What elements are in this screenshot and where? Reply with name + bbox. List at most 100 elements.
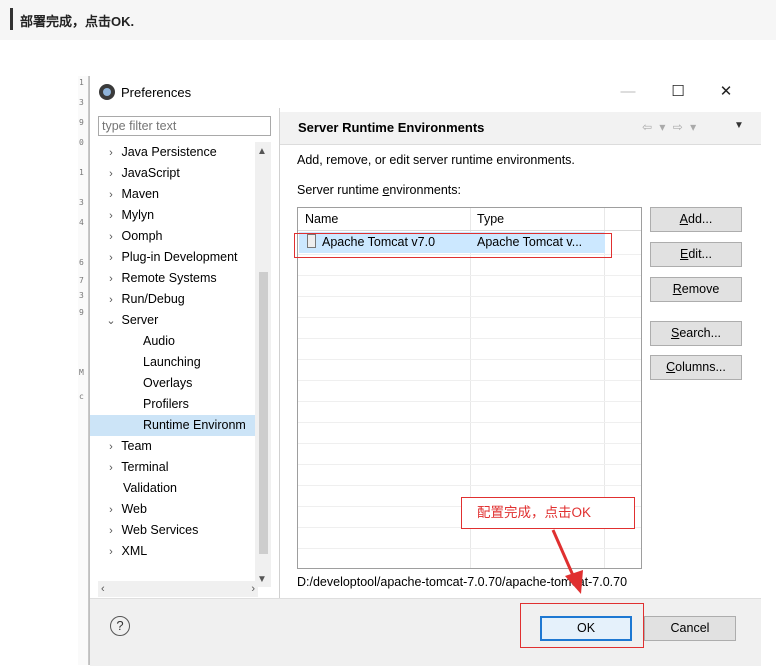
tree-item[interactable]: › Java Persistence xyxy=(90,142,217,163)
tree-item[interactable]: Runtime Environm xyxy=(90,415,271,436)
edit-label: dit... xyxy=(688,247,712,261)
row-divider xyxy=(298,401,641,402)
tree-item[interactable]: Overlays xyxy=(90,373,192,394)
row-highlight-box xyxy=(294,233,612,258)
tree-item-label: Server xyxy=(121,313,159,327)
row-divider xyxy=(298,422,641,423)
gutter-char: 0 xyxy=(79,138,84,147)
expand-chevron-icon[interactable]: › xyxy=(104,227,118,248)
tree-item-label: Web Services xyxy=(121,523,199,537)
header-divider xyxy=(298,230,641,231)
scroll-left-icon[interactable]: ‹ xyxy=(101,583,105,595)
eclipse-icon xyxy=(99,84,115,100)
remove-button[interactable]: Remove xyxy=(650,277,742,302)
tree-item-label: Launching xyxy=(143,355,201,369)
scroll-up-icon[interactable]: ▲ xyxy=(257,146,267,157)
tree-item[interactable]: › Mylyn xyxy=(90,205,154,226)
panel-divider[interactable] xyxy=(279,108,280,598)
tree-item-label: JavaScript xyxy=(121,166,180,180)
row-divider xyxy=(298,275,641,276)
filter-input[interactable] xyxy=(98,116,271,136)
row-divider xyxy=(298,380,641,381)
expand-chevron-icon[interactable]: › xyxy=(104,269,118,290)
scrollbar-thumb[interactable] xyxy=(259,272,268,554)
scroll-right-icon[interactable]: › xyxy=(251,583,255,595)
tree-item-label: Profilers xyxy=(143,397,189,411)
tree-item-label: Terminal xyxy=(121,460,169,474)
tree-item[interactable]: › XML xyxy=(90,541,147,562)
cancel-button[interactable]: Cancel xyxy=(644,616,736,641)
tree-item-label: Java Persistence xyxy=(121,145,217,159)
tree-item[interactable]: › Team xyxy=(90,436,152,457)
tree-item-label: Team xyxy=(121,439,152,453)
columns-button[interactable]: Columns... xyxy=(650,355,742,380)
tree-item[interactable]: › Run/Debug xyxy=(90,289,185,310)
column-header-type[interactable]: Type xyxy=(470,208,504,230)
search-label: earch... xyxy=(679,326,722,340)
editor-gutter: 1 3 9 0 1 3 4 6 7 3 9 M c xyxy=(78,76,89,665)
add-button[interactable]: Add... xyxy=(650,207,742,232)
page-title: Server Runtime Environments xyxy=(298,120,485,135)
expand-chevron-icon[interactable]: › xyxy=(104,143,118,164)
tree-item[interactable]: Validation xyxy=(90,478,177,499)
gutter-char: 6 xyxy=(79,258,84,267)
tree-item-label: Maven xyxy=(121,187,160,201)
tree-item[interactable]: › Web Services xyxy=(90,520,198,541)
annotation-callout: 配置完成，点击OK xyxy=(461,497,635,529)
edit-button[interactable]: Edit... xyxy=(650,242,742,267)
search-button[interactable]: Search... xyxy=(650,321,742,346)
column-header-name[interactable]: Name xyxy=(298,208,338,230)
scroll-down-icon[interactable]: ▼ xyxy=(257,574,267,585)
tree-item[interactable]: Audio xyxy=(90,331,175,352)
tree-item[interactable]: ⌄ Server xyxy=(90,310,158,331)
expand-chevron-icon[interactable]: › xyxy=(104,458,118,479)
tree-item[interactable]: › Plug-in Development xyxy=(90,247,237,269)
tree-item[interactable]: › Oomph xyxy=(90,226,162,247)
tree-item-label: Audio xyxy=(143,334,175,348)
tree-horizontal-scrollbar[interactable]: ‹ › xyxy=(98,581,258,597)
tree-item[interactable]: Profilers xyxy=(90,394,189,415)
minimize-button[interactable]: — xyxy=(605,76,651,108)
collapse-chevron-icon[interactable]: ⌄ xyxy=(104,311,118,332)
gutter-char: 9 xyxy=(79,308,84,317)
expand-chevron-icon[interactable]: › xyxy=(104,248,118,269)
tree-item-label: Web xyxy=(121,502,147,516)
maximize-button[interactable]: ☐ xyxy=(655,76,701,108)
tree-item[interactable]: › JavaScript xyxy=(90,163,180,184)
row-divider xyxy=(298,338,641,339)
add-label: dd... xyxy=(688,212,713,226)
expand-chevron-icon[interactable]: › xyxy=(104,437,118,458)
view-menu-icon[interactable]: ▼ xyxy=(734,120,744,131)
expand-chevron-icon[interactable]: › xyxy=(104,290,118,311)
expand-chevron-icon[interactable]: › xyxy=(104,206,118,227)
columns-mnemonic: C xyxy=(666,360,676,374)
tree-item[interactable]: Launching xyxy=(90,352,201,373)
tree-item[interactable]: › Remote Systems xyxy=(90,268,217,289)
expand-chevron-icon[interactable]: › xyxy=(104,542,118,563)
tree-item[interactable]: › Terminal xyxy=(90,457,169,479)
title-bar: Preferences — ☐ ✕ xyxy=(90,76,761,108)
tree-item[interactable]: › Web xyxy=(90,499,147,520)
gutter-char: 1 xyxy=(79,168,84,177)
dialog-title: Preferences xyxy=(121,85,192,100)
page-description: Add, remove, or edit server runtime envi… xyxy=(297,153,575,167)
article-heading: 部署完成，点击OK. xyxy=(0,0,776,40)
expand-chevron-icon[interactable]: › xyxy=(104,164,118,185)
expand-chevron-icon[interactable]: › xyxy=(104,521,118,542)
expand-chevron-icon[interactable]: › xyxy=(104,185,118,206)
tree-vertical-scrollbar[interactable]: ▲ ▼ xyxy=(255,142,271,587)
label-part: nvironments: xyxy=(389,183,461,197)
gutter-char: M xyxy=(79,368,84,377)
add-mnemonic: A xyxy=(679,212,688,226)
heading-text: 部署完成，点击OK. xyxy=(20,14,135,29)
tree-item-label: Oomph xyxy=(121,229,163,243)
gutter-char: 3 xyxy=(79,98,84,107)
gutter-char: c xyxy=(79,392,84,401)
expand-chevron-icon[interactable]: › xyxy=(104,500,118,521)
help-icon[interactable]: ? xyxy=(110,616,130,636)
history-nav-icon[interactable]: ⇦ ▾ ⇨ ▾ xyxy=(642,120,698,134)
tree-item[interactable]: › Maven xyxy=(90,184,159,205)
close-button[interactable]: ✕ xyxy=(703,76,749,108)
annotation-arrow xyxy=(551,529,583,594)
remove-label: emove xyxy=(681,282,720,296)
